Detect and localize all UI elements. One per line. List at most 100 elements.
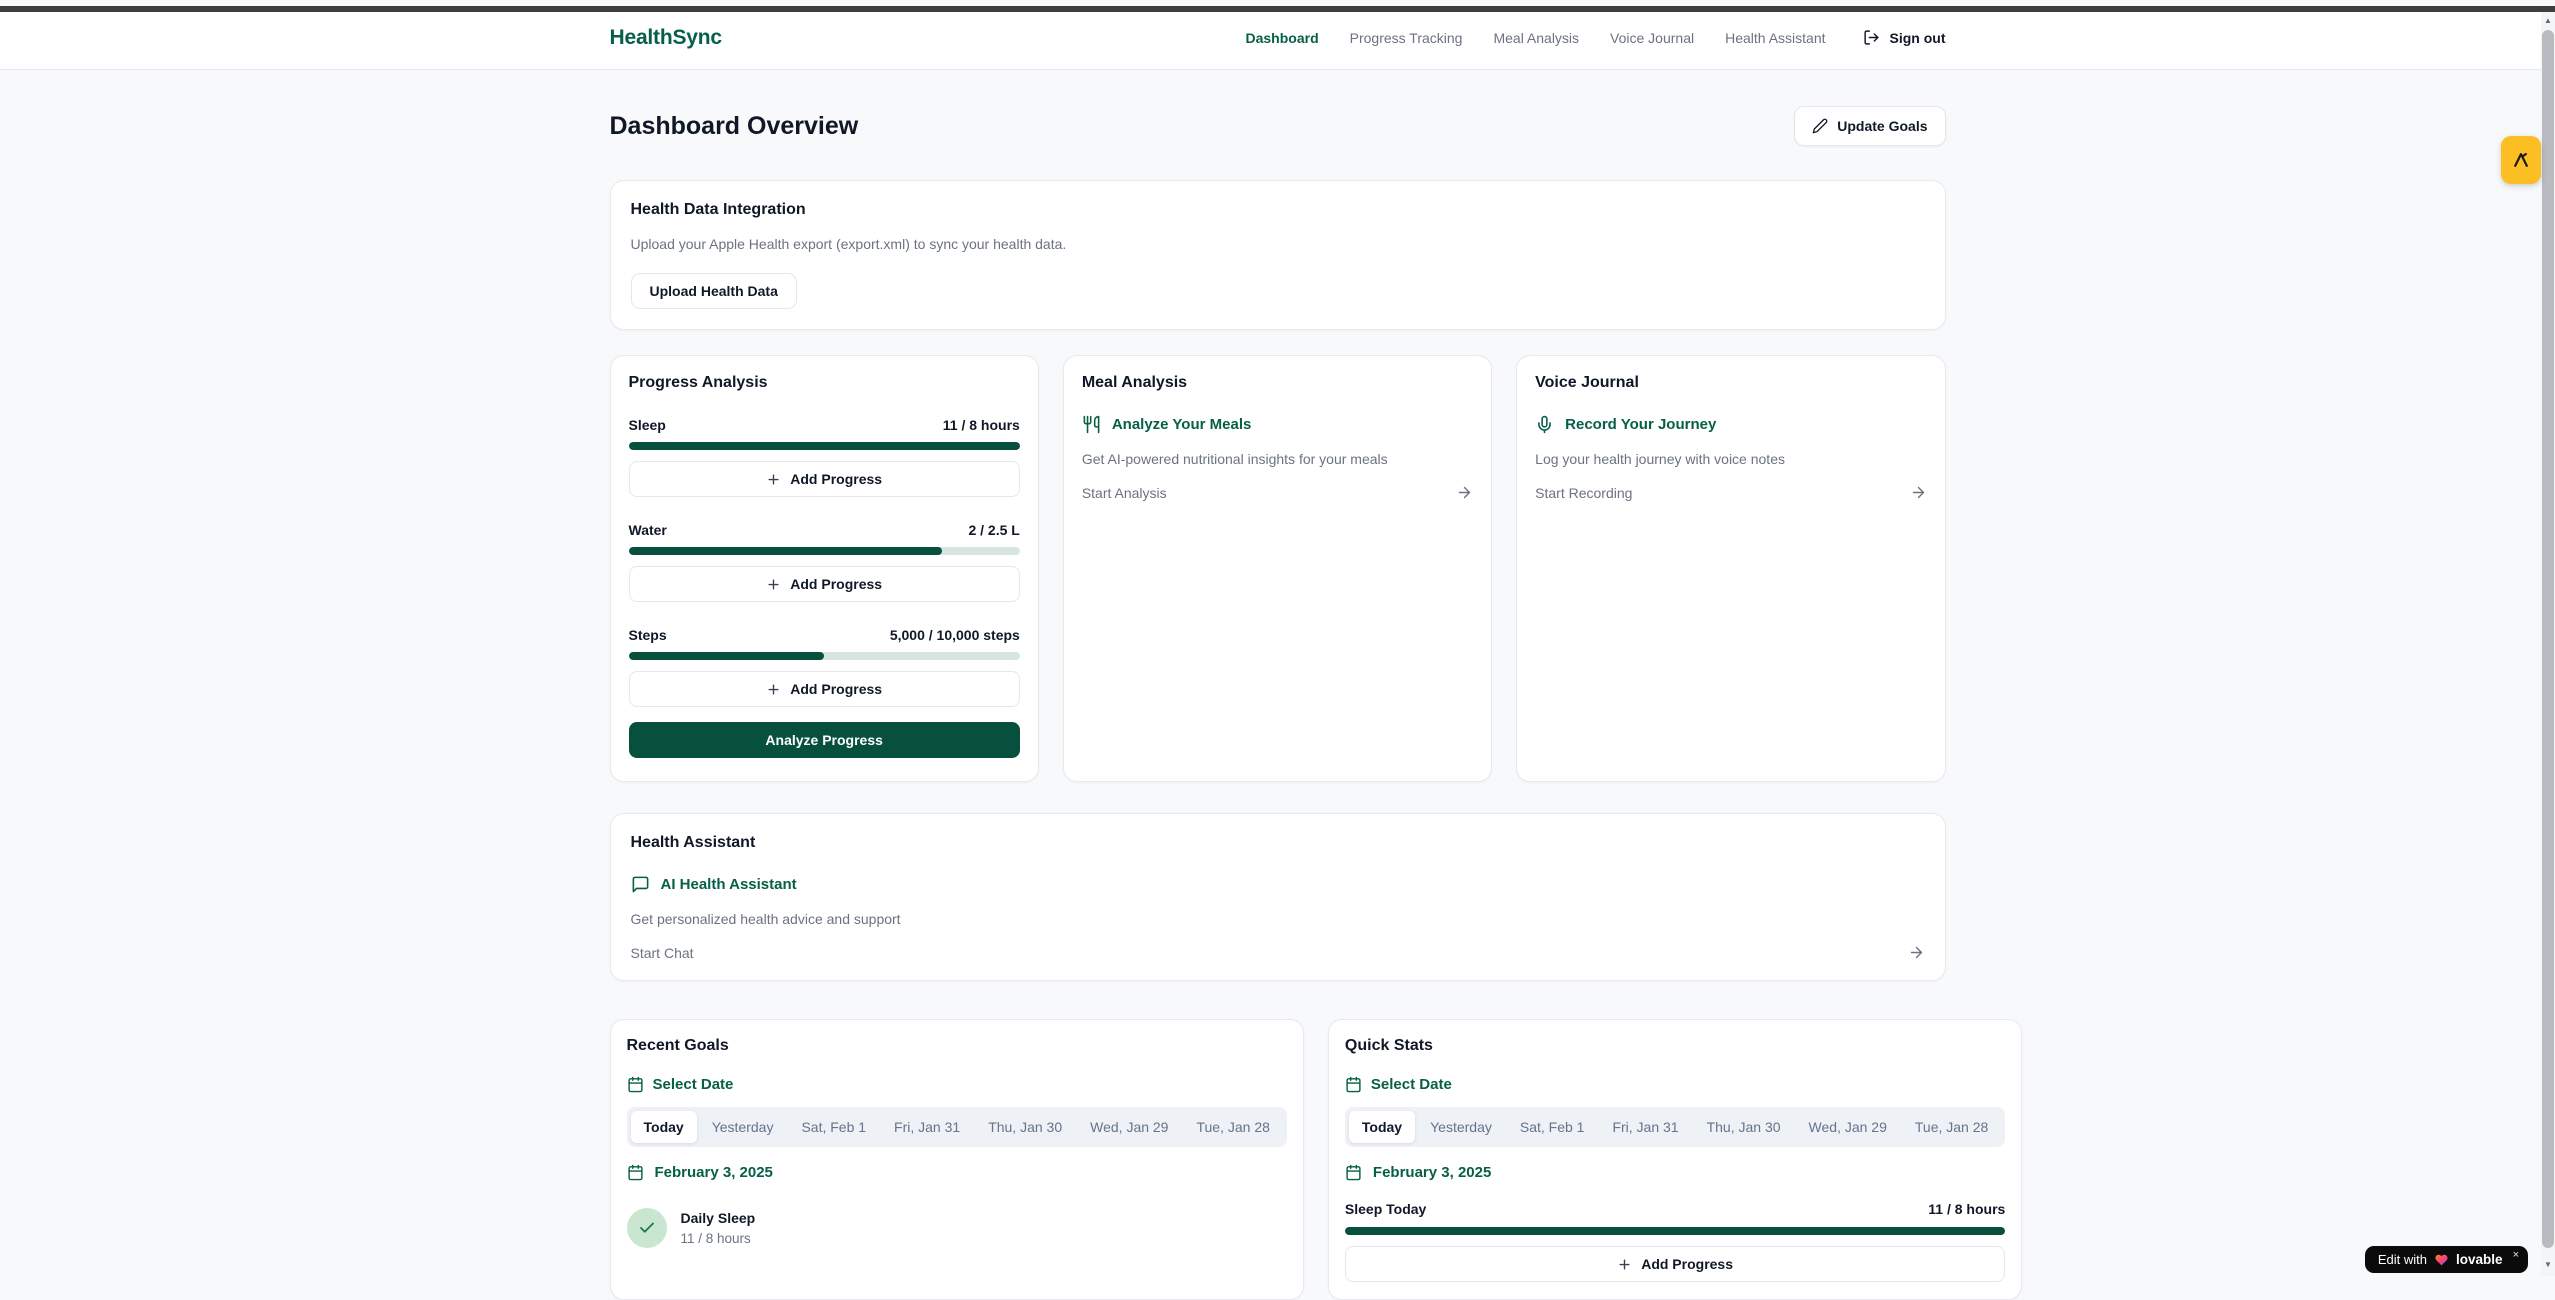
tab-today[interactable]: Today bbox=[631, 1111, 697, 1143]
progress-analysis-card: Progress Analysis Sleep 11 / 8 hours Add… bbox=[610, 355, 1039, 782]
voice-journal-card: Voice Journal Record Your Journey Log yo… bbox=[1516, 355, 1945, 782]
progress-bar-track bbox=[1345, 1227, 2005, 1235]
assistant-title: Health Assistant bbox=[631, 834, 1925, 852]
scrollbar-up-arrow[interactable]: ▲ bbox=[2541, 12, 2555, 28]
add-progress-label: Add Progress bbox=[790, 471, 882, 487]
metric-label: Steps bbox=[629, 627, 667, 643]
upload-health-data-button[interactable]: Upload Health Data bbox=[631, 273, 797, 309]
tab-today[interactable]: Today bbox=[1349, 1111, 1415, 1143]
brand-logo[interactable]: HealthSync bbox=[610, 26, 722, 50]
metric-value: 2 / 2.5 L bbox=[968, 522, 1019, 538]
arrow-right-icon bbox=[1456, 484, 1473, 501]
select-date-label: Select Date bbox=[653, 1076, 734, 1093]
tab-yesterday[interactable]: Yesterday bbox=[699, 1111, 787, 1143]
quick-stats-select-date-button[interactable]: Select Date bbox=[1345, 1076, 2005, 1093]
tab-tue-jan-28[interactable]: Tue, Jan 28 bbox=[1902, 1111, 2001, 1143]
recent-goals-card: Recent Goals Select Date Today Yesterday… bbox=[610, 1019, 1304, 1300]
stat-value: 11 / 8 hours bbox=[1928, 1201, 2005, 1217]
app-header: HealthSync Dashboard Progress Tracking M… bbox=[0, 6, 2555, 70]
select-date-label: Select Date bbox=[1371, 1076, 1452, 1093]
nav-meal-analysis[interactable]: Meal Analysis bbox=[1493, 30, 1579, 46]
calendar-icon bbox=[627, 1164, 644, 1181]
record-your-journey-label: Record Your Journey bbox=[1565, 416, 1716, 433]
scrollbar-thumb[interactable] bbox=[2542, 30, 2554, 1248]
current-date-label: February 3, 2025 bbox=[655, 1164, 773, 1181]
progress-title: Progress Analysis bbox=[629, 374, 1020, 392]
start-recording-link[interactable]: Start Recording bbox=[1535, 484, 1926, 501]
tab-tue-jan-28[interactable]: Tue, Jan 28 bbox=[1183, 1111, 1282, 1143]
lovable-logo-icon bbox=[2511, 150, 2531, 170]
recent-goals-select-date-button[interactable]: Select Date bbox=[627, 1076, 1287, 1093]
tab-fri-jan-31[interactable]: Fri, Jan 31 bbox=[1599, 1111, 1691, 1143]
voice-description: Log your health journey with voice notes bbox=[1535, 451, 1926, 467]
progress-bar-track bbox=[629, 442, 1020, 450]
analyze-progress-button[interactable]: Analyze Progress bbox=[629, 722, 1020, 758]
update-goals-label: Update Goals bbox=[1837, 118, 1927, 134]
badge-close-icon[interactable]: × bbox=[2513, 1249, 2519, 1261]
ai-health-assistant-link[interactable]: AI Health Assistant bbox=[631, 875, 1925, 894]
nav-progress-tracking[interactable]: Progress Tracking bbox=[1350, 30, 1463, 46]
meal-description: Get AI-powered nutritional insights for … bbox=[1082, 451, 1473, 467]
start-recording-label: Start Recording bbox=[1535, 485, 1632, 501]
add-progress-water-button[interactable]: Add Progress bbox=[629, 566, 1020, 602]
start-analysis-link[interactable]: Start Analysis bbox=[1082, 484, 1473, 501]
microphone-icon bbox=[1535, 415, 1554, 434]
analyze-your-meals-link[interactable]: Analyze Your Meals bbox=[1082, 415, 1473, 434]
lovable-editor-fab[interactable] bbox=[2501, 136, 2541, 184]
main-nav: Dashboard Progress Tracking Meal Analysi… bbox=[1246, 29, 1946, 46]
metric-sleep: Sleep 11 / 8 hours Add Progress bbox=[629, 417, 1020, 497]
edit-with-lovable-badge[interactable]: Edit with lovable × bbox=[2365, 1246, 2528, 1273]
integration-description: Upload your Apple Health export (export.… bbox=[631, 236, 1925, 252]
current-date-label: February 3, 2025 bbox=[1373, 1164, 1491, 1181]
utensils-icon bbox=[1082, 415, 1101, 434]
update-goals-button[interactable]: Update Goals bbox=[1794, 106, 1945, 146]
window-top-edge bbox=[0, 6, 2555, 12]
page-title: Dashboard Overview bbox=[610, 112, 859, 141]
goal-value: 11 / 8 hours bbox=[681, 1231, 756, 1246]
tab-yesterday[interactable]: Yesterday bbox=[1417, 1111, 1505, 1143]
tab-wed-jan-29[interactable]: Wed, Jan 29 bbox=[1796, 1111, 1900, 1143]
progress-bar-fill bbox=[629, 442, 1020, 450]
stat-sleep-today: Sleep Today 11 / 8 hours bbox=[1345, 1201, 2005, 1217]
tab-sat-feb-1[interactable]: Sat, Feb 1 bbox=[1507, 1111, 1598, 1143]
record-your-journey-link[interactable]: Record Your Journey bbox=[1535, 415, 1926, 434]
sign-out-button[interactable]: Sign out bbox=[1863, 29, 1946, 46]
integration-title: Health Data Integration bbox=[631, 201, 1925, 219]
start-chat-label: Start Chat bbox=[631, 945, 694, 961]
plus-icon bbox=[766, 577, 781, 592]
recent-goals-current-date[interactable]: February 3, 2025 bbox=[627, 1164, 1287, 1181]
ai-health-assistant-label: AI Health Assistant bbox=[661, 876, 797, 893]
tab-thu-jan-30[interactable]: Thu, Jan 30 bbox=[975, 1111, 1075, 1143]
metric-label: Water bbox=[629, 522, 667, 538]
tab-wed-jan-29[interactable]: Wed, Jan 29 bbox=[1077, 1111, 1181, 1143]
recent-goals-title: Recent Goals bbox=[627, 1037, 1287, 1055]
nav-dashboard[interactable]: Dashboard bbox=[1246, 30, 1319, 46]
log-out-icon bbox=[1863, 29, 1880, 46]
plus-icon bbox=[1617, 1257, 1632, 1272]
nav-health-assistant[interactable]: Health Assistant bbox=[1725, 30, 1825, 46]
nav-voice-journal[interactable]: Voice Journal bbox=[1610, 30, 1694, 46]
meal-analysis-card: Meal Analysis Analyze Your Meals Get AI-… bbox=[1063, 355, 1492, 782]
tab-fri-jan-31[interactable]: Fri, Jan 31 bbox=[881, 1111, 973, 1143]
add-progress-sleep-button[interactable]: Add Progress bbox=[629, 461, 1020, 497]
tab-sat-feb-1[interactable]: Sat, Feb 1 bbox=[788, 1111, 879, 1143]
quick-stats-card: Quick Stats Select Date Today Yesterday … bbox=[1328, 1019, 2022, 1300]
goal-name: Daily Sleep bbox=[681, 1210, 756, 1226]
calendar-icon bbox=[1345, 1164, 1362, 1181]
tab-thu-jan-30[interactable]: Thu, Jan 30 bbox=[1694, 1111, 1794, 1143]
add-progress-sleep-today-button[interactable]: Add Progress bbox=[1345, 1246, 2005, 1282]
analyze-your-meals-label: Analyze Your Meals bbox=[1112, 416, 1252, 433]
start-chat-link[interactable]: Start Chat bbox=[631, 944, 1925, 961]
badge-prefix: Edit with bbox=[2378, 1252, 2427, 1267]
calendar-icon bbox=[1345, 1076, 1362, 1093]
vertical-scrollbar[interactable]: ▲ ▼ bbox=[2541, 6, 2555, 1276]
health-assistant-card: Health Assistant AI Health Assistant Get… bbox=[610, 813, 1946, 981]
plus-icon bbox=[766, 682, 781, 697]
arrow-right-icon bbox=[1908, 944, 1925, 961]
metric-steps: Steps 5,000 / 10,000 steps Add Progress bbox=[629, 627, 1020, 707]
calendar-icon bbox=[627, 1076, 644, 1093]
quick-stats-current-date[interactable]: February 3, 2025 bbox=[1345, 1164, 2005, 1181]
metric-value: 5,000 / 10,000 steps bbox=[890, 627, 1020, 643]
add-progress-steps-button[interactable]: Add Progress bbox=[629, 671, 1020, 707]
badge-brand: lovable bbox=[2456, 1252, 2503, 1267]
